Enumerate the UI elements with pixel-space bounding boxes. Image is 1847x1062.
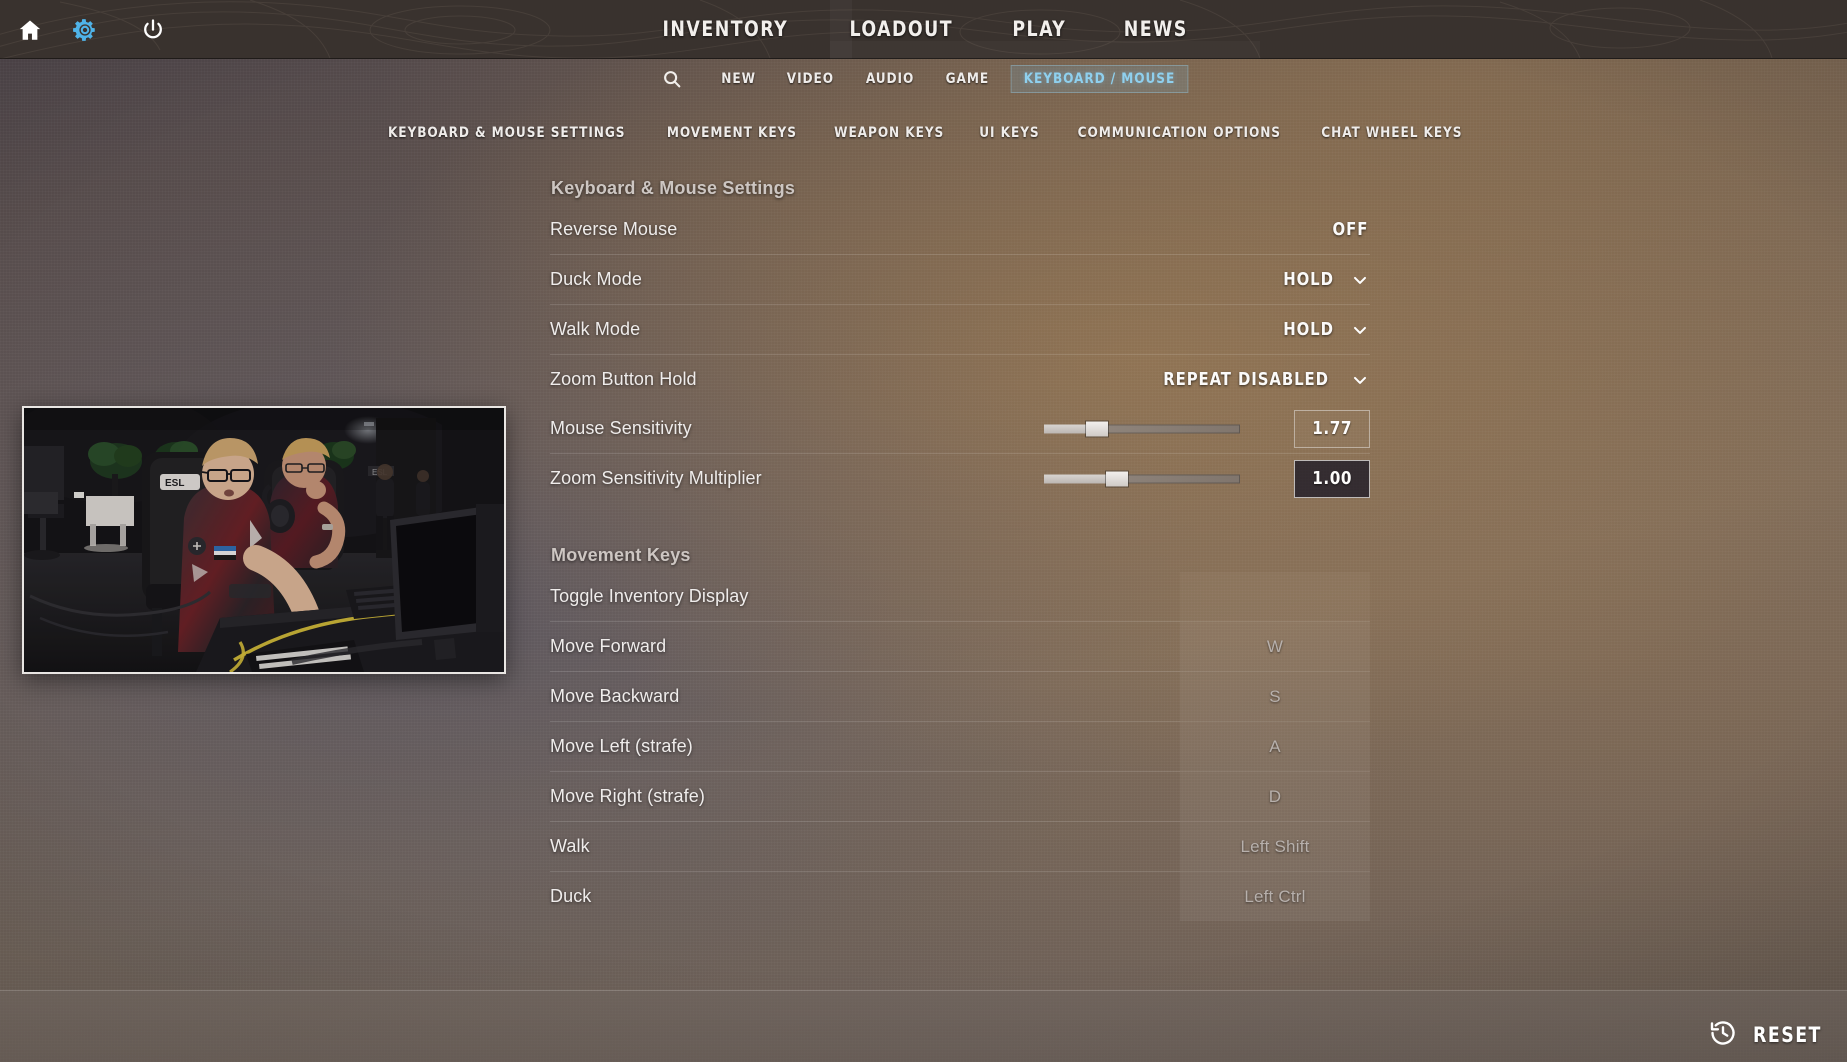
history-restore-icon (1708, 1018, 1738, 1053)
slider-handle[interactable] (1085, 421, 1108, 436)
setting-value-container[interactable]: HOLD (1281, 305, 1370, 354)
keybind-row-move-forward[interactable]: Move Forward W (550, 622, 1370, 672)
chevron-down-icon[interactable] (1350, 270, 1370, 290)
section-title-keyboard-mouse: Keyboard & Mouse Settings (551, 178, 796, 198)
keybind-value: A (1269, 736, 1281, 756)
setting-value-container[interactable]: REPEAT DISABLED (1156, 355, 1370, 404)
nav-item-loadout[interactable]: LOADOUT (826, 0, 977, 59)
keybind-row-move-left[interactable]: Move Left (strafe) A (550, 722, 1370, 772)
setting-value-container[interactable]: OFF (1331, 205, 1370, 254)
keybind-label: Move Left (strafe) (550, 736, 693, 756)
nav-item-inventory[interactable]: INVENTORY (638, 0, 812, 59)
subtab-weapon-keys[interactable]: WEAPON KEYS (821, 121, 957, 145)
keybind-label: Move Right (strafe) (550, 786, 705, 806)
main-navigation: INVENTORY LOADOUT PLAY NEWS (0, 0, 1847, 59)
setting-label: Duck Mode (550, 269, 642, 289)
setting-value: HOLD (1283, 319, 1334, 340)
keybind-value-cell[interactable]: Left Ctrl (1180, 872, 1370, 921)
keybind-value: W (1266, 636, 1284, 656)
chevron-down-icon[interactable] (1350, 320, 1370, 340)
keybind-value-cell[interactable] (1180, 572, 1370, 621)
keybind-row-move-backward[interactable]: Move Backward S (550, 672, 1370, 722)
thumbnail-image: ESL ESL (24, 408, 504, 672)
setting-label: Mouse Sensitivity (550, 418, 692, 438)
keybind-value: S (1269, 686, 1281, 706)
tab-new[interactable]: NEW (708, 65, 769, 93)
footer-bar (0, 991, 1847, 1062)
setting-label: Walk Mode (550, 319, 641, 339)
subtab-chat-wheel-keys[interactable]: CHAT WHEEL KEYS (1308, 121, 1475, 145)
keybind-value-cell[interactable]: S (1180, 672, 1370, 721)
zoom-sensitivity-slider[interactable] (1044, 471, 1240, 486)
tab-keyboard-mouse[interactable]: KEYBOARD / MOUSE (1011, 65, 1189, 93)
setting-row-walk-mode[interactable]: Walk Mode HOLD (550, 305, 1370, 355)
nav-item-play[interactable]: PLAY (988, 0, 1090, 59)
input-value: 1.77 (1312, 418, 1352, 439)
input-value: 1.00 (1312, 468, 1352, 489)
keybind-value-cell[interactable]: A (1180, 722, 1370, 771)
keybind-label: Toggle Inventory Display (550, 586, 749, 606)
subtab-communication-options[interactable]: COMMUNICATION OPTIONS (1064, 121, 1293, 145)
keybind-label: Walk (550, 836, 590, 856)
keybind-value: Left Shift (1240, 836, 1310, 856)
keybind-row-walk[interactable]: Walk Left Shift (550, 822, 1370, 872)
setting-value: HOLD (1283, 269, 1334, 290)
subtab-ui-keys[interactable]: UI KEYS (966, 121, 1052, 145)
top-bar: INVENTORY LOADOUT PLAY NEWS (0, 0, 1847, 59)
keybind-value: Left Ctrl (1244, 886, 1306, 906)
zoom-sensitivity-input[interactable]: 1.00 (1294, 459, 1370, 498)
setting-row-mouse-sensitivity[interactable]: Mouse Sensitivity 1.77 (550, 404, 1370, 454)
keybind-label: Move Forward (550, 636, 667, 656)
keybind-value-cell[interactable]: Left Shift (1180, 822, 1370, 871)
video-preview-thumbnail[interactable]: ESL ESL (22, 406, 506, 674)
nav-item-news[interactable]: NEWS (1099, 0, 1211, 59)
setting-label: Zoom Sensitivity Multiplier (550, 468, 762, 488)
setting-row-reverse-mouse[interactable]: Reverse Mouse OFF (550, 205, 1370, 255)
keybind-label: Move Backward (550, 686, 680, 706)
setting-value: REPEAT DISABLED (1163, 369, 1329, 390)
setting-label: Reverse Mouse (550, 219, 678, 239)
setting-label: Zoom Button Hold (550, 369, 697, 389)
keybind-value-cell[interactable]: D (1180, 772, 1370, 821)
sub-tab-bar: KEYBOARD & MOUSE SETTINGS MOVEMENT KEYS … (0, 118, 1847, 148)
setting-value-container[interactable]: HOLD (1281, 255, 1370, 304)
tab-game[interactable]: GAME (932, 65, 1001, 93)
keybind-value: D (1268, 786, 1282, 806)
setting-row-zoom-button-hold[interactable]: Zoom Button Hold REPEAT DISABLED (550, 355, 1370, 404)
reset-label: RESET (1753, 1023, 1823, 1047)
setting-row-zoom-sensitivity-multiplier[interactable]: Zoom Sensitivity Multiplier 1.00 (550, 454, 1370, 503)
keybind-row-duck[interactable]: Duck Left Ctrl (550, 872, 1370, 921)
settings-tab-bar: NEW VIDEO AUDIO GAME KEYBOARD / MOUSE (0, 59, 1847, 99)
mouse-sensitivity-input[interactable]: 1.77 (1294, 409, 1370, 448)
section-title-movement-keys: Movement Keys (551, 545, 691, 565)
keybind-row-toggle-inventory-display[interactable]: Toggle Inventory Display (550, 572, 1370, 622)
keybind-label: Duck (550, 886, 592, 906)
slider-handle[interactable] (1105, 471, 1128, 486)
mouse-sensitivity-slider[interactable] (1044, 421, 1240, 436)
setting-row-duck-mode[interactable]: Duck Mode HOLD (550, 255, 1370, 305)
subtab-movement-keys[interactable]: MOVEMENT KEYS (654, 121, 810, 145)
tab-video[interactable]: VIDEO (774, 65, 847, 93)
keybind-row-move-right[interactable]: Move Right (strafe) D (550, 772, 1370, 822)
reset-button[interactable]: RESET (1708, 1015, 1825, 1055)
tab-audio[interactable]: AUDIO (852, 65, 926, 93)
keybind-value-cell[interactable]: W (1180, 622, 1370, 671)
setting-value: OFF (1332, 219, 1369, 240)
chevron-down-icon[interactable] (1350, 370, 1370, 390)
subtab-keyboard-mouse-settings[interactable]: KEYBOARD & MOUSE SETTINGS (375, 121, 639, 145)
search-icon[interactable] (652, 62, 692, 96)
settings-panel: Keyboard & Mouse Settings Reverse Mouse … (550, 178, 1370, 988)
